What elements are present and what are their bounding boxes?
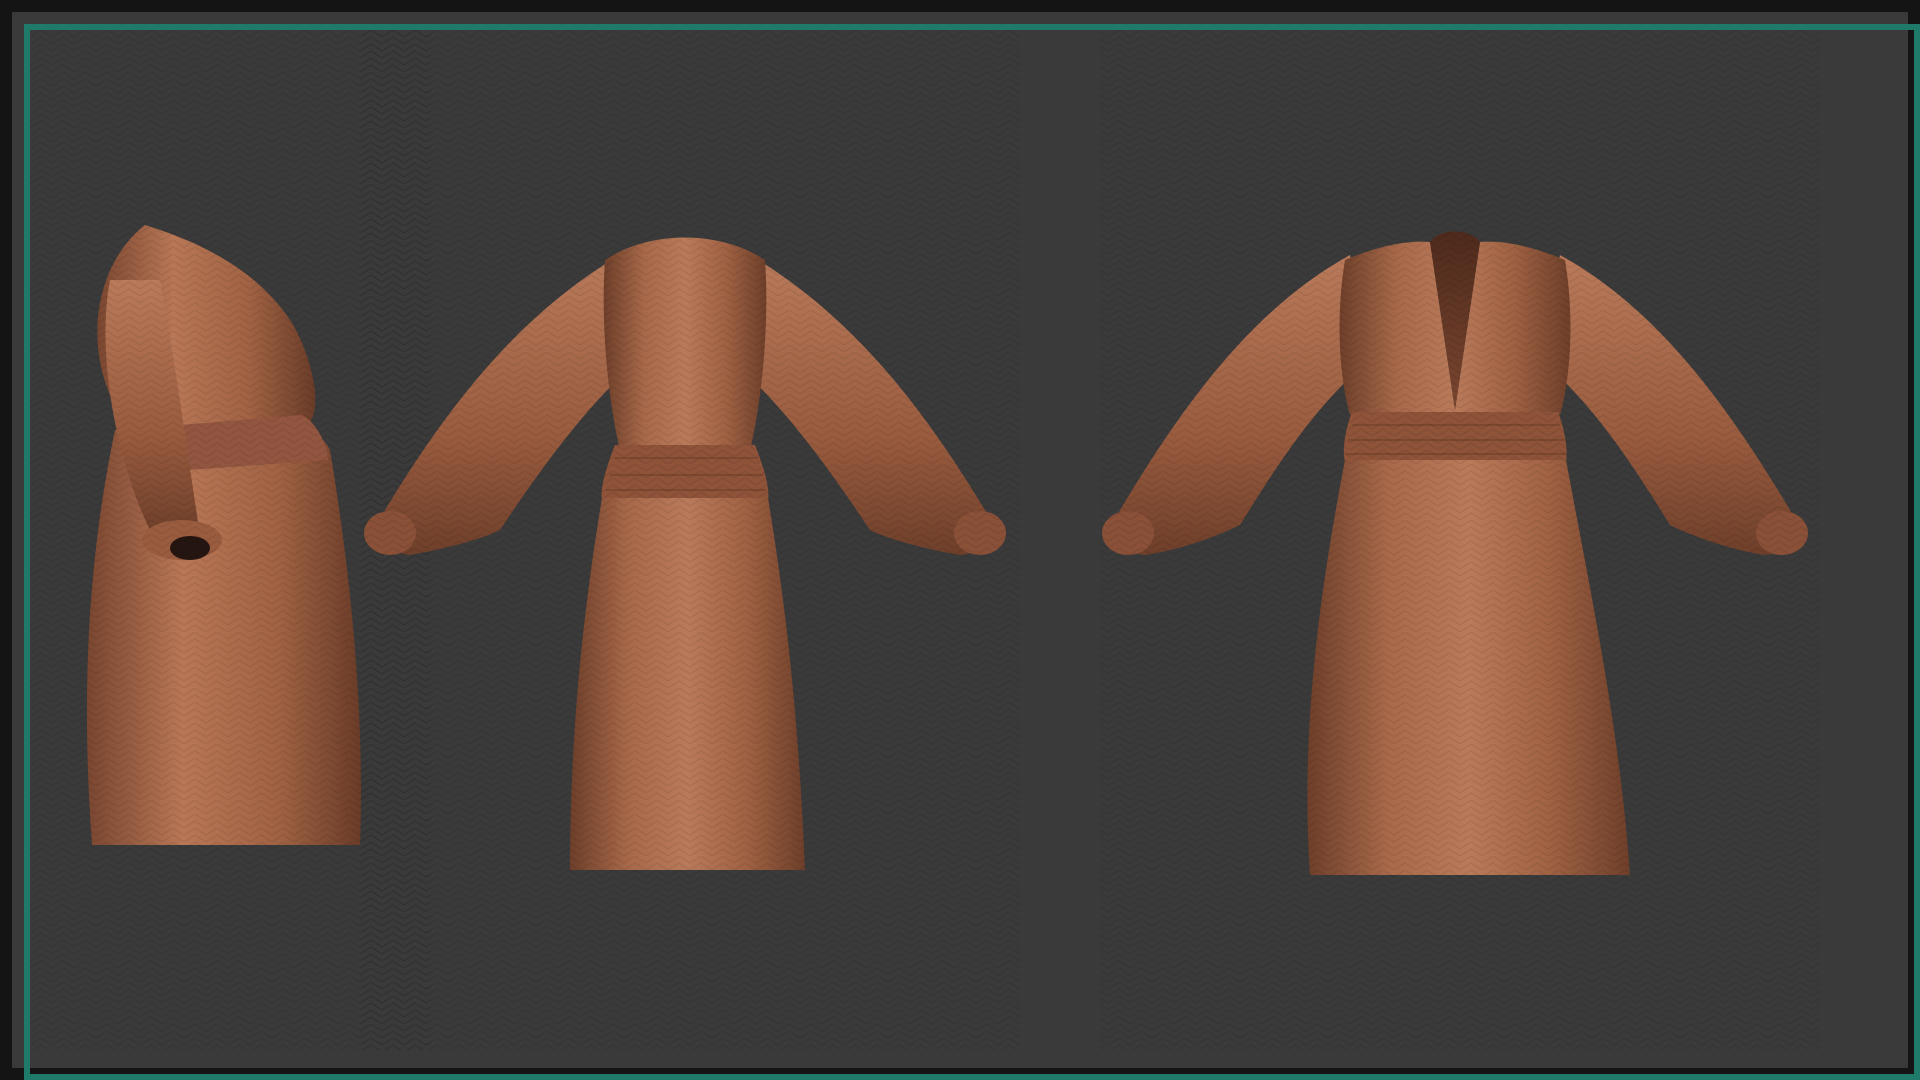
dress-front-icon bbox=[1100, 30, 1820, 1050]
render-svg bbox=[30, 30, 1820, 1050]
dress-back-icon bbox=[360, 30, 1020, 1050]
render-canvas bbox=[30, 30, 1890, 1050]
